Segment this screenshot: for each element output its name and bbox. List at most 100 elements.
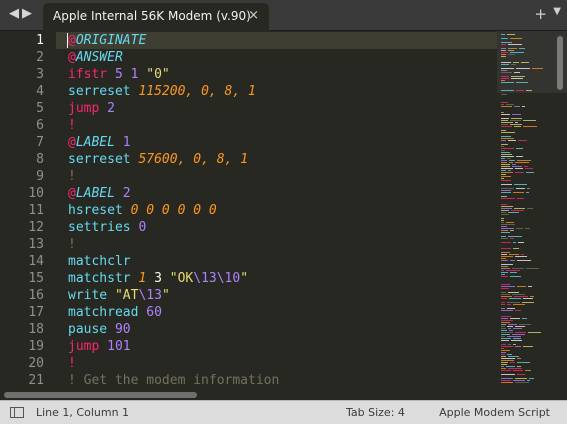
minimap-line: [501, 180, 511, 181]
code-line[interactable]: @LABEL 1: [68, 134, 131, 151]
minimap-line: [501, 184, 512, 185]
minimap-line: [501, 248, 511, 249]
code-line[interactable]: hsreset 0 0 0 0 0 0: [68, 202, 217, 219]
line-number: 9: [36, 169, 44, 184]
code-token: 0 0 0 0 0 0: [130, 203, 217, 218]
code-line[interactable]: !: [68, 236, 76, 253]
back-arrow-icon[interactable]: ◀: [9, 6, 19, 22]
editor-area[interactable]: 1 2 3 4 5 6 7 8 9 10 11 12 13 14 15 16 17 18 19 20 21 @ORIGI…: [0, 31, 567, 388]
new-tab-icon[interactable]: +: [534, 5, 547, 23]
code-line[interactable]: @ANSWER: [68, 49, 123, 66]
minimap-line: [501, 360, 514, 361]
forward-arrow-icon[interactable]: ▶: [22, 6, 32, 22]
code-line[interactable]: jump 101: [68, 338, 131, 355]
code-line[interactable]: matchread 60: [68, 304, 162, 321]
code-line[interactable]: ifstr 5 1 "0": [68, 66, 170, 83]
code-line[interactable]: write "AT\13": [68, 287, 170, 304]
code-line[interactable]: !: [68, 168, 76, 185]
minimap-line: [501, 310, 513, 311]
code-line[interactable]: !: [68, 117, 76, 134]
minimap-line: [501, 222, 504, 223]
minimap-line: [501, 114, 510, 115]
code-line[interactable]: matchclr: [68, 253, 131, 270]
minimap-line: [508, 44, 522, 45]
code-line[interactable]: serreset 57600, 0, 8, 1: [68, 151, 248, 168]
minimap-line: [525, 228, 530, 229]
code-line[interactable]: serreset 115200, 0, 8, 1: [68, 83, 256, 100]
minimap-line: [510, 362, 515, 363]
minimap-line: [501, 54, 506, 55]
minimap-line: [501, 330, 507, 331]
minimap-line: [501, 198, 515, 199]
minimap-line: [509, 162, 513, 163]
minimap-line: [501, 160, 507, 161]
code-token: "0": [146, 67, 170, 82]
vertical-scrollbar[interactable]: [557, 36, 563, 90]
code-line[interactable]: ! Get the modem information: [68, 372, 279, 389]
minimap-line: [501, 126, 512, 127]
code-line[interactable]: jump 2: [68, 100, 115, 117]
minimap-line: [501, 156, 514, 157]
minimap-line: [507, 302, 520, 303]
minimap-line: [501, 64, 509, 65]
minimap-line: [501, 44, 506, 45]
code-token: ANSWER: [75, 50, 123, 65]
code-token: 1: [122, 135, 131, 150]
code-token: @: [68, 50, 76, 65]
tab-size-selector[interactable]: Tab Size: 4: [346, 406, 405, 419]
code-line[interactable]: pause 90: [68, 321, 131, 338]
minimap-line: [501, 340, 509, 341]
tab-apple-modem[interactable]: Apple Internal 56K Modem (v.90) ×: [43, 3, 269, 31]
minimap-line: [515, 162, 529, 163]
minimap-line: [516, 156, 523, 157]
minimap-line: [501, 112, 504, 113]
code-line[interactable]: @LABEL 2: [68, 185, 131, 202]
minimap-line: [514, 208, 525, 209]
close-icon[interactable]: ×: [248, 8, 259, 23]
minimap-line: [501, 146, 504, 147]
minimap-line: [501, 62, 511, 63]
code-line[interactable]: matchstr 1 3 "OK\13\10": [68, 270, 248, 287]
code-token: "AT: [114, 288, 139, 303]
horizontal-scrollbar[interactable]: [4, 392, 197, 398]
minimap-line: [501, 366, 504, 367]
chevron-down-icon[interactable]: ▼: [553, 6, 561, 17]
minimap-line: [507, 158, 511, 159]
minimap-line: [501, 304, 505, 305]
minimap-line: [501, 148, 514, 149]
code-token: settries: [68, 220, 131, 235]
code-line[interactable]: !: [68, 355, 76, 372]
minimap-line: [501, 288, 509, 289]
code-text[interactable]: @ORIGINATE @ANSWER ifstr 5 1 "0" serreset 1…: [68, 31, 496, 388]
minimap-line: [508, 292, 519, 293]
minimap-line: [510, 238, 514, 239]
minimap-line: [501, 34, 505, 35]
minimap-line: [515, 326, 525, 327]
minimap-line: [528, 286, 532, 287]
minimap-line: [508, 212, 519, 213]
minimap-line: [501, 274, 505, 275]
minimap-line: [517, 260, 531, 261]
line-number: 1: [36, 33, 44, 48]
minimap-line: [501, 334, 510, 335]
minimap-line: [501, 354, 505, 355]
minimap-line: [501, 138, 514, 139]
minimap-line: [501, 258, 506, 259]
minimap-line: [501, 374, 515, 375]
syntax-selector[interactable]: Apple Modem Script: [439, 406, 550, 419]
minimap-line: [529, 378, 534, 379]
minimap-line: [510, 120, 521, 121]
minimap-line: [513, 192, 524, 193]
minimap-line: [510, 38, 522, 39]
code-line[interactable]: settries 0: [68, 219, 146, 236]
code-token: 3: [146, 271, 170, 286]
minimap-line: [501, 284, 510, 285]
sidebar-toggle-icon[interactable]: [10, 407, 24, 418]
minimap-line: [523, 298, 533, 299]
minimap-line: [510, 318, 520, 319]
minimap-line: [501, 120, 508, 121]
minimap-line: [511, 76, 525, 77]
code-line[interactable]: @ORIGINATE: [68, 32, 146, 49]
minimap-line: [532, 68, 543, 69]
